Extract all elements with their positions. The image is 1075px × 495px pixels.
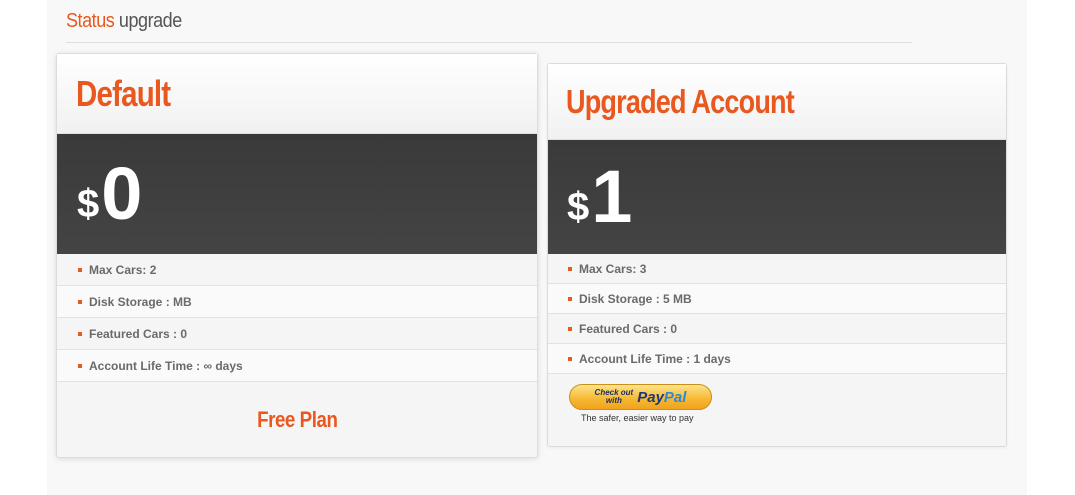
feature-text: Featured Cars : 0 <box>89 326 188 341</box>
paypal-checkout-button[interactable]: Check out with PayPal <box>569 384 712 410</box>
plan-card-footer: Free Plan <box>57 382 537 458</box>
plan-title: Default <box>76 72 171 114</box>
feature-item: Account Life Time : ∞ days <box>57 350 537 382</box>
feature-item: Max Cars: 2 <box>57 254 537 286</box>
plan-card-header: Default <box>57 54 537 134</box>
feature-text: Account Life Time : 1 days <box>579 351 731 366</box>
paypal-tagline: The safer, easier way to pay <box>581 413 694 423</box>
price-band: $ 0 <box>57 134 537 254</box>
feature-list: Max Cars: 2 Disk Storage : MB Featured C… <box>57 254 537 382</box>
currency-symbol: $ <box>567 184 590 229</box>
feature-item: Max Cars: 3 <box>548 254 1006 284</box>
square-bullet-icon <box>568 326 572 331</box>
plan-card-upgraded: Upgraded Account $ 1 Max Cars: 3 Disk St… <box>547 63 1007 447</box>
plan-title: Upgraded Account <box>566 82 795 120</box>
feature-text: Max Cars: 3 <box>579 261 647 276</box>
feature-list: Max Cars: 3 Disk Storage : 5 MB Featured… <box>548 254 1006 374</box>
plan-card-header: Upgraded Account <box>548 64 1006 140</box>
price-band: $ 1 <box>548 140 1006 254</box>
feature-item: Disk Storage : 5 MB <box>548 284 1006 314</box>
price-amount: 0 <box>101 152 143 235</box>
feature-text: Disk Storage : MB <box>89 294 192 309</box>
section-title-accent: Status <box>66 10 115 32</box>
paypal-logo: PayPal <box>637 389 686 406</box>
square-bullet-icon <box>568 266 572 271</box>
square-bullet-icon <box>568 356 572 361</box>
feature-item: Disk Storage : MB <box>57 286 537 318</box>
paypal-checkout-text: Check out with <box>594 388 634 405</box>
section-title: Status upgrade <box>66 10 912 43</box>
price-amount: 1 <box>591 155 633 238</box>
square-bullet-icon <box>78 331 82 336</box>
paypal-checkout: Check out with PayPal The safer, easier … <box>548 374 1006 423</box>
feature-text: Account Life Time : ∞ days <box>89 358 243 373</box>
square-bullet-icon <box>78 363 82 368</box>
feature-item: Featured Cars : 0 <box>548 314 1006 344</box>
feature-text: Featured Cars : 0 <box>579 321 678 336</box>
paypal-logo-pay: Pay <box>637 388 664 406</box>
feature-item: Account Life Time : 1 days <box>548 344 1006 374</box>
square-bullet-icon <box>78 267 82 272</box>
feature-text: Max Cars: 2 <box>89 262 157 277</box>
plan-card-default: Default $ 0 Max Cars: 2 Disk Storage : M… <box>56 53 538 458</box>
feature-text: Disk Storage : 5 MB <box>579 291 692 306</box>
square-bullet-icon <box>78 299 82 304</box>
feature-item: Featured Cars : 0 <box>57 318 537 350</box>
paypal-logo-pal: Pal <box>663 388 687 406</box>
square-bullet-icon <box>568 296 572 301</box>
section-title-rest: upgrade <box>118 10 182 32</box>
currency-symbol: $ <box>77 181 100 226</box>
free-plan-link[interactable]: Free Plan <box>257 407 338 433</box>
